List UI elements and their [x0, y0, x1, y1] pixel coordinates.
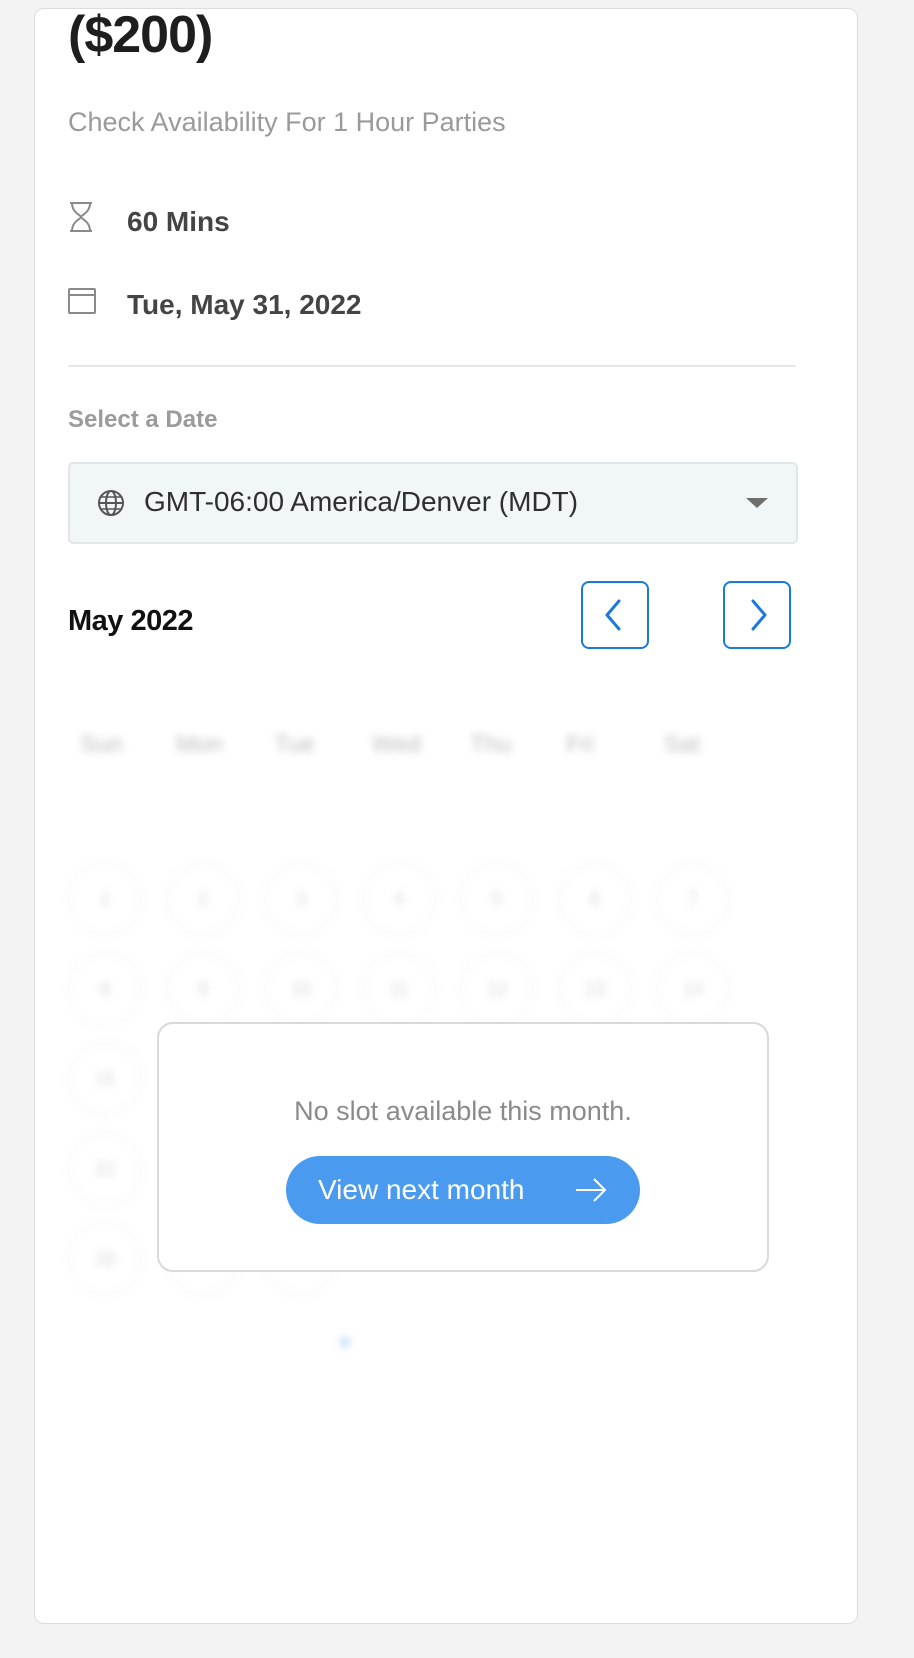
weekday-label: Sat [664, 731, 701, 758]
calendar-day[interactable]: 7 [656, 862, 730, 936]
calendar-day[interactable]: 11 [362, 952, 436, 1026]
event-date: Tue, May 31, 2022 [127, 289, 362, 320]
calendar-day[interactable]: 22 [68, 1132, 142, 1206]
calendar-icon [67, 285, 97, 320]
weekday-label: Fri [566, 731, 594, 758]
calendar-day[interactable]: 6 [558, 862, 632, 936]
calendar-day[interactable]: 9 [166, 952, 240, 1026]
globe-icon [96, 488, 126, 523]
booking-panel: ($200) Check Availability For 1 Hour Par… [34, 8, 858, 1624]
arrow-right-icon [574, 1175, 608, 1210]
calendar-day[interactable]: 15 [68, 1042, 142, 1116]
event-subtitle: Check Availability For 1 Hour Parties [68, 107, 506, 137]
calendar-day[interactable]: 29 [68, 1222, 142, 1296]
weekday-label: Thu [470, 731, 512, 758]
selected-day-dot [340, 1337, 350, 1347]
chevron-left-icon [605, 599, 621, 631]
calendar-day[interactable]: 13 [558, 952, 632, 1026]
timezone-select[interactable]: GMT-06:00 America/Denver (MDT) [68, 462, 798, 544]
calendar-day[interactable]: 4 [362, 862, 436, 936]
event-duration: 60 Mins [127, 206, 230, 237]
chevron-down-icon [746, 498, 768, 508]
hourglass-icon [67, 201, 95, 238]
calendar-day[interactable]: 12 [460, 952, 534, 1026]
calendar-day[interactable]: 5 [460, 862, 534, 936]
no-slot-message: No slot available this month. [294, 1096, 632, 1126]
calendar-day[interactable]: 8 [68, 952, 142, 1026]
calendar-day[interactable]: 2 [166, 862, 240, 936]
weekday-label: Wed [372, 731, 421, 758]
prev-month-button[interactable] [581, 581, 649, 649]
view-next-month-button[interactable]: View next month [286, 1156, 640, 1224]
weekday-label: Sun [80, 731, 123, 758]
weekday-label: Tue [274, 731, 315, 758]
timezone-value: GMT-06:00 America/Denver (MDT) [144, 486, 579, 517]
select-date-label: Select a Date [68, 406, 218, 433]
view-next-month-label: View next month [318, 1174, 525, 1205]
divider [68, 365, 796, 367]
calendar-day[interactable]: 1 [68, 862, 142, 936]
chevron-right-icon [751, 599, 767, 631]
calendar-day[interactable]: 14 [656, 952, 730, 1026]
event-price: ($200) [68, 8, 213, 64]
month-label: May 2022 [68, 605, 194, 637]
calendar-day[interactable]: 10 [264, 952, 338, 1026]
calendar-day[interactable]: 3 [264, 862, 338, 936]
next-month-nav-button[interactable] [723, 581, 791, 649]
no-slot-dialog: No slot available this month. View next … [157, 1022, 769, 1272]
weekday-label: Mon [176, 731, 223, 758]
